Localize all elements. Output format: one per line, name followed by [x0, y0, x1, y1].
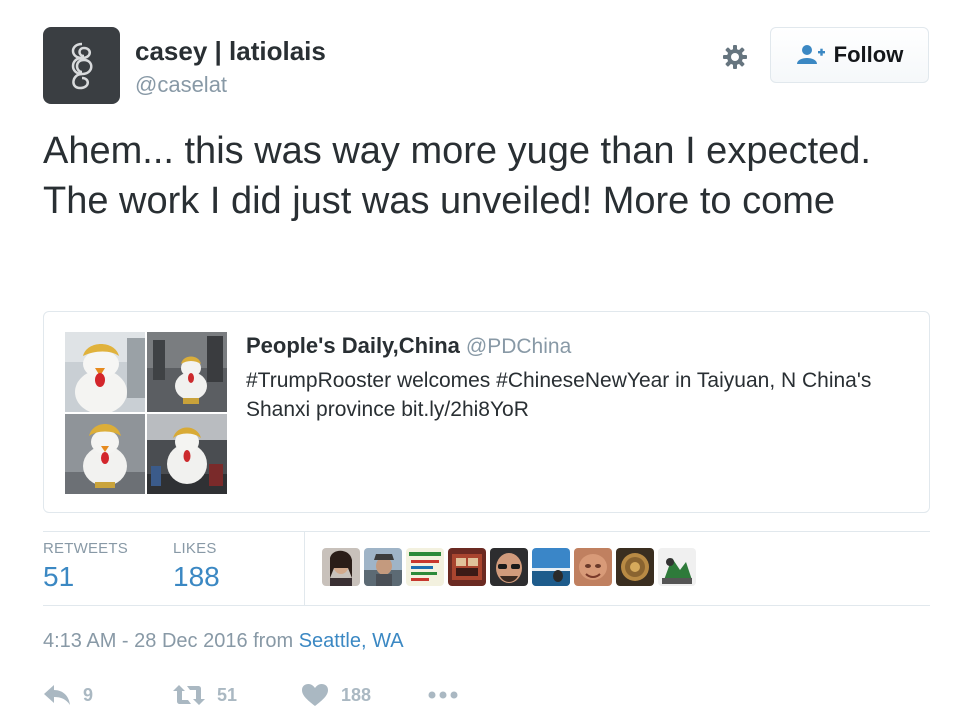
liker-avatar[interactable]	[490, 548, 528, 586]
quoted-tweet[interactable]: People's Daily,China @PDChina #TrumpRoost…	[43, 311, 930, 513]
liker-avatar[interactable]	[448, 548, 486, 586]
retweets-label: RETWEETS	[43, 540, 128, 557]
quoted-header: People's Daily,China @PDChina	[246, 333, 571, 359]
retweet-icon	[173, 685, 205, 705]
retweets-stat[interactable]: RETWEETS 51	[43, 540, 128, 593]
quoted-photo-1[interactable]	[65, 332, 145, 412]
liker-avatar[interactable]	[574, 548, 612, 586]
settings-button[interactable]	[719, 41, 751, 73]
follow-label: Follow	[833, 42, 904, 67]
tweet-text: Ahem... this was way more yuge than I ex…	[43, 130, 871, 222]
likes-value: 188	[173, 561, 220, 592]
liker-avatar[interactable]	[322, 548, 360, 586]
quoted-photo-3[interactable]	[65, 414, 145, 494]
reply-button[interactable]: 9	[43, 681, 93, 709]
quoted-photo-2[interactable]	[147, 332, 227, 412]
liker-avatar[interactable]	[364, 548, 402, 586]
quoted-media-grid[interactable]	[65, 332, 227, 494]
tweet-meta: 4:13 AM - 28 Dec 2016 from Seattle, WA	[43, 630, 404, 653]
tweet-timestamp[interactable]: 4:13 AM - 28 Dec 2016 from	[43, 630, 299, 652]
liker-avatar[interactable]	[616, 548, 654, 586]
retweet-button[interactable]: 51	[173, 681, 237, 709]
tweet-location[interactable]: Seattle, WA	[299, 630, 404, 652]
person-plus-icon	[796, 45, 825, 64]
reply-count: 9	[83, 684, 94, 705]
reply-icon	[44, 685, 70, 705]
more-button[interactable]	[427, 681, 459, 709]
quoted-author-name[interactable]: People's Daily,China	[246, 333, 460, 358]
author-handle[interactable]: @caselat	[135, 72, 227, 98]
liker-avatar[interactable]	[532, 548, 570, 586]
tweet-card: casey | latiolais @caselat Follow Ahem..…	[0, 0, 980, 725]
liker-avatar[interactable]	[406, 548, 444, 586]
heart-icon	[302, 684, 328, 706]
author-logo-icon	[71, 42, 92, 89]
follow-button[interactable]: Follow	[770, 27, 929, 83]
liker-avatar[interactable]	[658, 548, 696, 586]
stats-separator	[304, 531, 305, 605]
quoted-photo-4[interactable]	[147, 414, 227, 494]
likes-stat[interactable]: LIKES 188	[173, 540, 220, 593]
retweets-value: 51	[43, 561, 75, 592]
gear-icon	[723, 45, 747, 69]
liker-avatars	[322, 548, 696, 586]
divider-bottom	[43, 605, 930, 606]
author-avatar[interactable]	[43, 27, 120, 104]
divider-top	[43, 531, 930, 532]
more-dots-icon	[428, 691, 458, 699]
like-button[interactable]: 188	[301, 681, 371, 709]
author-name[interactable]: casey | latiolais	[135, 36, 326, 67]
quoted-author-handle[interactable]: @PDChina	[466, 335, 571, 358]
quoted-text: #TrumpRooster welcomes #ChineseNewYear i…	[246, 369, 872, 421]
retweet-count: 51	[217, 684, 238, 705]
likes-label: LIKES	[173, 540, 217, 557]
like-count: 188	[341, 684, 372, 705]
